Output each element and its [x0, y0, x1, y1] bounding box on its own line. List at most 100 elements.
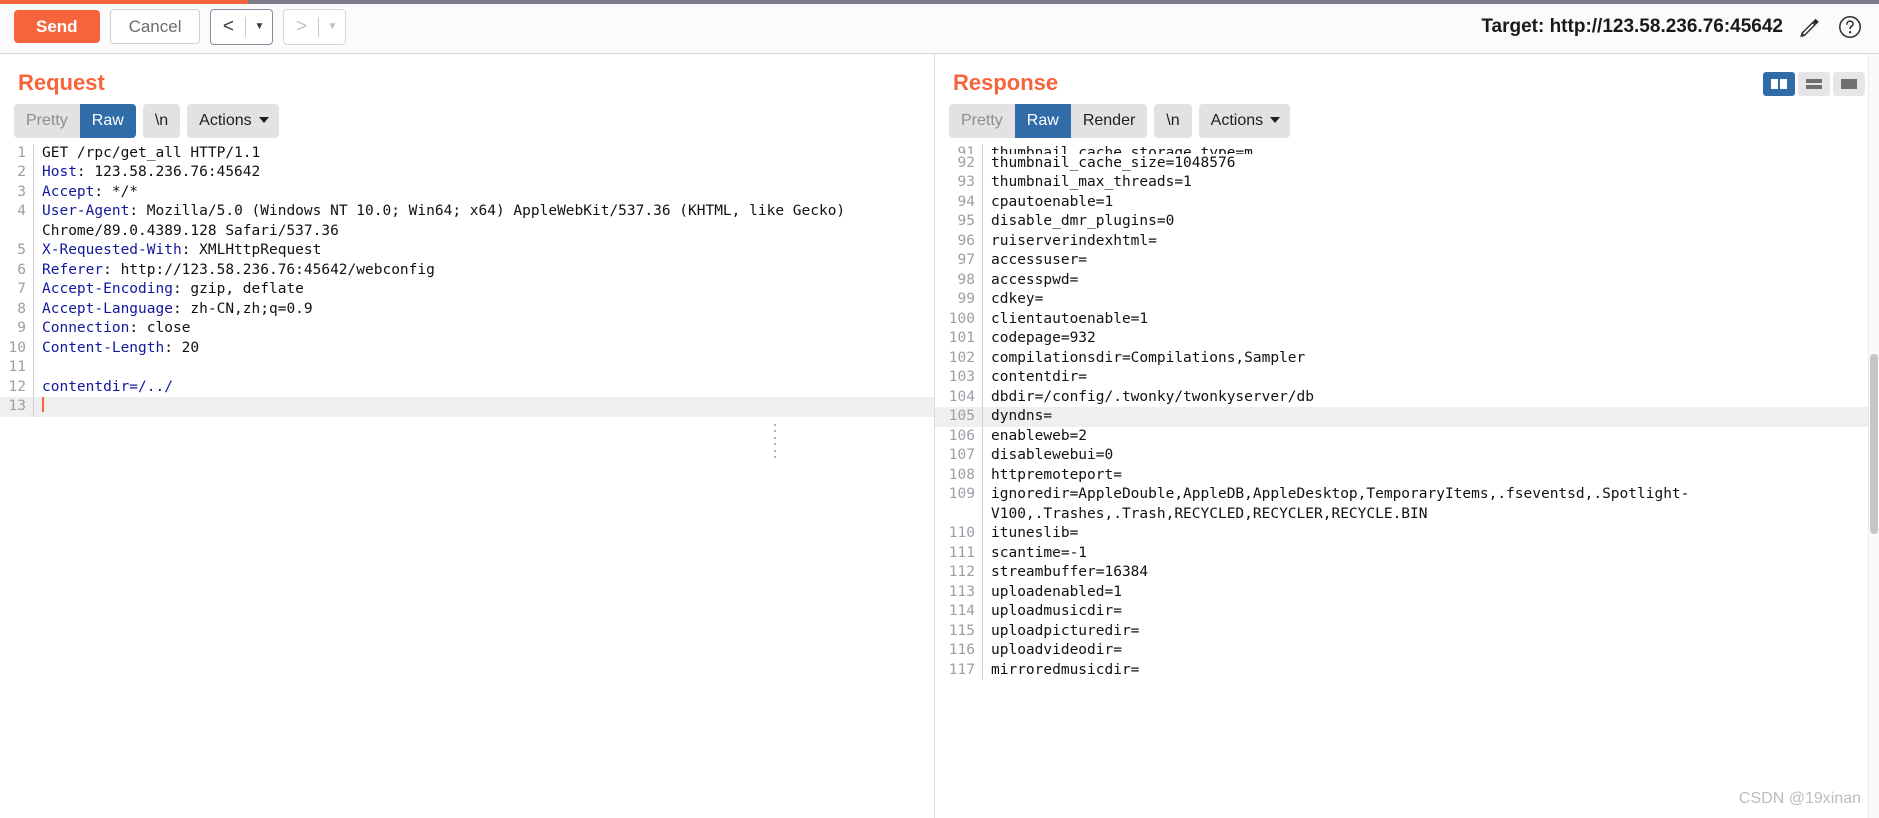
line-number: 114 — [948, 603, 975, 620]
request-tabstrip: Pretty Raw \n Actions — [14, 104, 934, 138]
header-name: Accept — [42, 183, 95, 200]
line-number: 103 — [948, 369, 975, 386]
response-line[interactable]: 97 accessuser= — [935, 251, 1879, 271]
line-text: : close — [129, 320, 191, 337]
previous-dropdown-arrow-icon[interactable]: ▼ — [246, 10, 272, 44]
request-line[interactable]: 13 — [0, 397, 934, 417]
cancel-button[interactable]: Cancel — [109, 9, 201, 44]
tab-response-pretty[interactable]: Pretty — [949, 104, 1015, 138]
response-line[interactable]: 101 codepage=932 — [935, 329, 1879, 349]
line-text: uploadpicturedir= — [991, 622, 1140, 639]
request-actions-label: Actions — [199, 112, 252, 129]
pane-resize-handle[interactable] — [772, 424, 778, 458]
response-line[interactable]: 105 dyndns= — [935, 407, 1879, 427]
response-line[interactable]: 98 accesspwd= — [935, 270, 1879, 291]
request-editor[interactable]: 1 GET /rpc/get_all HTTP/1.1 2 Host: 123.58.… — [0, 143, 934, 766]
line-text: dbdir=/config/.twonky/twonkyserver/db — [991, 388, 1315, 405]
request-line[interactable]: 8 Accept-Language: zh-CN,zh;q=0.9 — [0, 299, 934, 320]
response-view-tabs: Pretty Raw Render — [949, 104, 1148, 138]
header-name: Connection — [42, 320, 130, 337]
single-view-icon[interactable] — [1833, 72, 1865, 96]
request-line[interactable]: 7 Accept-Encoding: gzip, deflate — [0, 280, 934, 300]
send-button[interactable]: Send — [14, 10, 100, 43]
tab-request-raw[interactable]: Raw — [79, 104, 136, 138]
request-line[interactable]: 2 Host: 123.58.236.76:45642 — [0, 163, 934, 183]
response-line[interactable]: 92 thumbnail_cache_size=1048576 — [935, 153, 1879, 174]
request-line[interactable]: 10 Content-Length: 20 — [0, 338, 934, 359]
header-name: X-Requested-With — [42, 242, 182, 259]
line-number: 111 — [948, 544, 975, 561]
response-line[interactable]: 107 disablewebui=0 — [935, 446, 1879, 466]
response-line[interactable]: 102 compilationsdir=Compilations,Sampler — [935, 348, 1879, 369]
response-line[interactable]: 91 thumbnail_cache_storage_type=m — [935, 143, 1879, 154]
request-line[interactable]: 3 Accept: */* — [0, 182, 934, 203]
line-text: thumbnail_cache_storage_type=m — [991, 144, 1253, 154]
request-line[interactable]: 1 GET /rpc/get_all HTTP/1.1 — [0, 143, 934, 164]
line-text: ituneslib= — [991, 525, 1079, 542]
line-number: 4 — [17, 203, 26, 220]
stacked-view-icon[interactable] — [1798, 72, 1830, 96]
request-title: Request — [18, 70, 105, 95]
line-number: 9 — [17, 320, 26, 337]
response-line[interactable]: 100 clientautoenable=1 — [935, 309, 1879, 330]
response-line[interactable]: 103 contentdir= — [935, 368, 1879, 388]
line-text: cdkey= — [991, 291, 1044, 308]
line-number: 7 — [17, 281, 26, 298]
response-line[interactable]: 114 uploadmusicdir= — [935, 602, 1879, 622]
response-line[interactable]: 112 streambuffer=16384 — [935, 563, 1879, 583]
next-request-split-button[interactable]: > ▼ — [283, 8, 347, 45]
line-number: 6 — [17, 261, 26, 278]
split-view-icon[interactable] — [1763, 72, 1795, 96]
question-circle-icon[interactable] — [1837, 14, 1863, 40]
request-line[interactable]: 6 Referer: http://123.58.236.76:45642/web… — [0, 260, 934, 281]
response-line[interactable]: 115 uploadpicturedir= — [935, 621, 1879, 642]
response-line[interactable]: 110 ituneslib= — [935, 524, 1879, 544]
response-line[interactable]: 111 scantime=-1 — [935, 543, 1879, 564]
line-text: accesspwd= — [991, 271, 1079, 288]
request-newline-toggle: \n — [142, 104, 181, 138]
line-text: cpautoenable=1 — [991, 193, 1114, 210]
line-text: thumbnail_max_threads=1 — [991, 174, 1192, 191]
line-text: streambuffer=16384 — [991, 564, 1149, 581]
next-dropdown-arrow-icon[interactable]: ▼ — [319, 10, 345, 44]
request-actions-button[interactable]: Actions — [187, 104, 279, 138]
response-editor[interactable]: 91 thumbnail_cache_storage_type=m 92 thumbn… — [935, 143, 1879, 766]
tab-response-raw[interactable]: Raw — [1014, 104, 1071, 138]
tab-response-render[interactable]: Render — [1071, 104, 1147, 138]
target-label: Target: http://123.58.236.76:45642 — [1481, 15, 1783, 37]
tab-request-newline[interactable]: \n — [143, 104, 180, 138]
request-line[interactable]: 4 User-Agent: Mozilla/5.0 (Windows NT 10.… — [0, 202, 934, 242]
response-line[interactable]: 106 enableweb=2 — [935, 426, 1879, 447]
response-line[interactable]: 95 disable_dmr_plugins=0 — [935, 212, 1879, 232]
response-line[interactable]: 113 uploadenabled=1 — [935, 582, 1879, 603]
response-line[interactable]: 117 mirroredmusicdir= — [935, 660, 1879, 681]
line-text: httpremoteport= — [991, 466, 1122, 483]
response-line[interactable]: 104 dbdir=/config/.twonky/twonkyserver/db — [935, 387, 1879, 408]
line-content: disablewebui=0 — [982, 446, 1879, 466]
response-line[interactable]: 93 thumbnail_max_threads=1 — [935, 173, 1879, 193]
response-scroll-thumb[interactable] — [1870, 354, 1878, 534]
chevron-left-icon[interactable]: < — [211, 10, 245, 44]
response-line[interactable]: 99 cdkey= — [935, 290, 1879, 310]
response-scrollbar[interactable] — [1868, 54, 1879, 818]
response-actions-button[interactable]: Actions — [1198, 104, 1291, 138]
response-line[interactable]: 96 ruiserverindexhtml= — [935, 231, 1879, 252]
tab-request-pretty[interactable]: Pretty — [14, 104, 80, 138]
request-line[interactable]: 9 Connection: close — [0, 319, 934, 339]
response-line[interactable]: 108 httpremoteport= — [935, 465, 1879, 486]
response-line[interactable]: 109 ignoredir=AppleDouble,AppleDB,AppleDe… — [935, 485, 1879, 525]
line-content: ruiserverindexhtml= — [982, 231, 1879, 252]
request-line[interactable]: 5 X-Requested-With: XMLHttpRequest — [0, 241, 934, 261]
tab-response-newline[interactable]: \n — [1154, 104, 1191, 138]
previous-request-split-button[interactable]: < ▼ — [210, 8, 274, 45]
chevron-right-icon[interactable]: > — [284, 10, 318, 44]
request-line[interactable]: 12 contentdir=/../ — [0, 377, 934, 398]
pencil-icon[interactable] — [1797, 14, 1823, 40]
line-content: Accept-Language: zh-CN,zh;q=0.9 — [33, 299, 934, 320]
response-line[interactable]: 94 cpautoenable=1 — [935, 192, 1879, 213]
line-text: codepage=932 — [991, 330, 1096, 347]
request-line[interactable]: 11 — [0, 358, 934, 378]
line-text: dyndns= — [991, 408, 1053, 425]
request-pane: Request Pretty Raw \n Actions 1 GET /rpc/… — [0, 54, 934, 818]
response-line[interactable]: 116 uploadvideodir= — [935, 641, 1879, 661]
